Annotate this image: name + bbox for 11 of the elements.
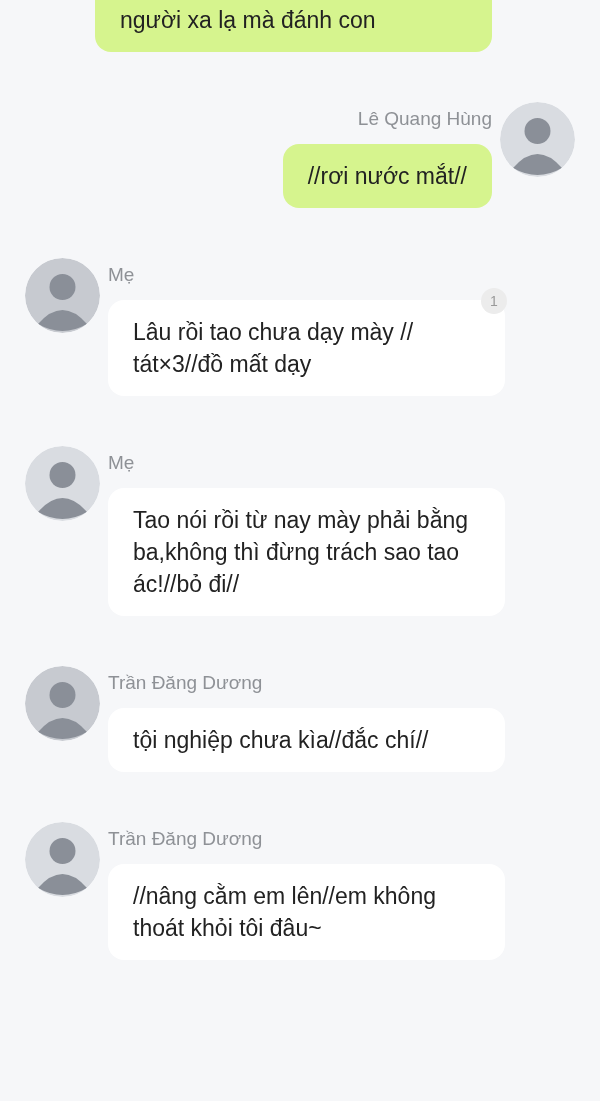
message-bubble: //rơi nước mắt// (282, 144, 492, 208)
sender-name: Trần Đăng Dương (108, 672, 263, 694)
read-count-badge: 1 (481, 288, 507, 314)
message-bubble: Tao nói rồi từ nay mày phải bằng ba,không thì đừng trách sao tao ác!//bỏ đi// (108, 488, 505, 616)
sender-name: Mẹ (108, 264, 135, 286)
message-bubble: tội nghiệp chưa kìa//đắc chí// (108, 708, 505, 772)
message-bubble: người xa lạ mà đánh con (95, 0, 492, 52)
sender-name: Mẹ (108, 452, 135, 474)
message-bubble: //nâng cằm em lên//em không thoát khỏi tôi đâu~ (108, 864, 505, 960)
sender-name: Trần Đăng Dương (108, 828, 263, 850)
sender-name: Lê Quang Hùng (357, 108, 492, 130)
